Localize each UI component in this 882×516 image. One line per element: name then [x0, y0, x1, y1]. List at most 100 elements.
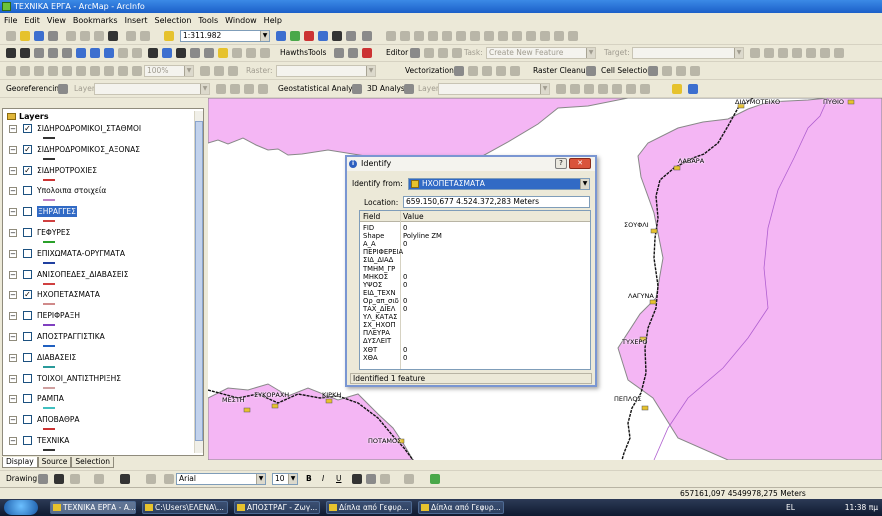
menu-view[interactable]: View — [47, 16, 66, 25]
layout-tool-6-icon[interactable] — [76, 66, 86, 76]
layer-name[interactable]: ΕΠΙΧΩΜΑΤΑ-ΟΡΥΓΜΑΤΑ — [37, 248, 125, 259]
toc-layer-item[interactable]: − ΤΟΙΧΟΙ_ΑΝΤΙΣΤΗΡΙΞΗΣ — [9, 373, 193, 394]
expand-toggle-icon[interactable]: − — [9, 249, 17, 258]
column-header-field[interactable]: Field — [363, 211, 380, 222]
map-scale-input[interactable]: 1:311.982 ▼ — [180, 30, 270, 42]
go-to-xy-icon[interactable] — [190, 48, 200, 58]
marker-color-icon[interactable] — [430, 474, 440, 484]
fill-color-icon[interactable] — [380, 474, 390, 484]
taskbar-item-arcmap[interactable]: ΤΕΧΝΙΚΑ ΕΡΓΑ - A... — [50, 501, 136, 514]
layer-name[interactable]: ΤΕΧΝΙΚΑ — [37, 435, 69, 446]
layers-root[interactable]: Layers — [7, 112, 49, 121]
layer-name[interactable]: ΤΟΙΧΟΙ_ΑΝΤΙΣΤΗΡΙΞΗΣ — [37, 373, 121, 384]
expand-toggle-icon[interactable]: − — [9, 166, 17, 175]
layer-visibility-checkbox[interactable] — [23, 394, 32, 404]
attribute-row[interactable]: ΥΨΟΣ 0 — [360, 281, 590, 289]
toc-layer-item[interactable]: − ΑΠΟΒΑΘΡΑ — [9, 414, 193, 435]
print-icon[interactable] — [48, 31, 58, 41]
layer-name[interactable]: ΔΙΑΒΑΣΕΙΣ — [37, 352, 76, 363]
toc-layer-item[interactable]: − ΕΠΙΧΩΜΑΤΑ-ΟΡΥΓΜΑΤΑ — [9, 248, 193, 269]
split-tool-icon[interactable] — [750, 48, 760, 58]
back-arrow-icon[interactable] — [90, 48, 100, 58]
taskbar-item-paint[interactable]: ΑΠΟΣΤΡΑΓ - Ζωγ... — [234, 501, 320, 514]
station-marker[interactable] — [243, 407, 251, 413]
toc-layer-item[interactable]: − ✓ ΣΙΔΗΡΟΔΡΟΜΙΚΟΙ_ΣΤΑΘΜΟΙ — [9, 123, 193, 144]
layer-visibility-checkbox[interactable] — [23, 186, 32, 196]
expand-toggle-icon[interactable]: − — [9, 312, 17, 321]
chevron-down-icon[interactable] — [38, 474, 48, 484]
text-tool-icon[interactable] — [120, 474, 130, 484]
attribute-row[interactable]: A_A 0 — [360, 240, 590, 248]
chevron-down-icon[interactable] — [410, 48, 420, 58]
layer-visibility-checkbox[interactable] — [23, 269, 32, 279]
layout-tool-2-icon[interactable] — [20, 66, 30, 76]
undo-icon[interactable] — [126, 31, 136, 41]
layer-name[interactable]: ΓΕΦΥΡΕΣ — [37, 227, 70, 238]
chevron-down-icon[interactable] — [648, 66, 658, 76]
hyperlink-icon[interactable] — [218, 48, 228, 58]
chevron-down-icon[interactable] — [404, 84, 414, 94]
layout-tool-9-icon[interactable] — [118, 66, 128, 76]
toc-scroll-thumb[interactable] — [195, 121, 203, 441]
taskbar-item-explorer[interactable]: C:\Users\ΕΛΕΝΑ\... — [142, 501, 228, 514]
toc-scrollbar[interactable] — [194, 111, 203, 453]
expand-toggle-icon[interactable]: − — [9, 416, 17, 425]
attribute-row[interactable]: ΤΜΗΜ_ΓΡ — [360, 265, 590, 273]
toc-layer-item[interactable]: − ✓ ΣΙΔΗΡΟΔΡΟΜΙΚΟΣ_ΑΞΟΝΑΣ — [9, 144, 193, 165]
expand-toggle-icon[interactable]: − — [9, 187, 17, 196]
menu-selection[interactable]: Selection — [155, 16, 192, 25]
add-control-points-icon[interactable] — [244, 84, 254, 94]
fixed-zoom-in-icon[interactable] — [34, 48, 44, 58]
3d-layer-select[interactable]: ▼ — [438, 83, 550, 95]
arctoolbox-icon[interactable] — [290, 31, 300, 41]
delete-icon[interactable] — [108, 31, 118, 41]
command-line-icon[interactable] — [318, 31, 328, 41]
layout-fixed-zoom-in-icon[interactable] — [470, 31, 480, 41]
layout-zoom-100-icon[interactable] — [456, 31, 466, 41]
layout-forward-icon[interactable] — [512, 31, 522, 41]
expand-toggle-icon[interactable]: − — [9, 229, 17, 237]
attribute-row[interactable]: ΔΥΣΛΕΙΤ — [360, 337, 590, 345]
chevron-down-icon[interactable] — [58, 84, 68, 94]
layout-fixed-zoom-out-icon[interactable] — [484, 31, 494, 41]
vectorization-tool-icon[interactable] — [468, 66, 478, 76]
expand-toggle-icon[interactable]: − — [9, 145, 17, 154]
chevron-down-icon[interactable]: ▼ — [734, 48, 743, 58]
layer-name[interactable]: Υπολοιπα στοιχεία — [37, 185, 106, 196]
cut-icon[interactable] — [66, 31, 76, 41]
vectorization-tool-2-icon[interactable] — [482, 66, 492, 76]
expand-toggle-icon[interactable]: − — [9, 291, 17, 300]
language-indicator[interactable]: EL — [786, 501, 795, 514]
vectorization-tool-3-icon[interactable] — [496, 66, 506, 76]
menu-insert[interactable]: Insert — [125, 16, 148, 25]
layer-visibility-checkbox[interactable] — [23, 352, 32, 362]
toc-layer-item[interactable]: − ΤΕΧΝΙΚΑ — [9, 435, 193, 455]
cell-select-tool-2-icon[interactable] — [676, 66, 686, 76]
layout-tool-8-icon[interactable] — [104, 66, 114, 76]
start-button[interactable] — [4, 500, 38, 515]
layer-visibility-checkbox[interactable] — [23, 332, 32, 341]
layout-tool-10-icon[interactable] — [132, 66, 142, 76]
rotate-element-icon[interactable] — [70, 474, 80, 484]
layer-name[interactable]: ΡΑΜΠΑ — [37, 393, 64, 404]
edit-more-icon[interactable] — [834, 48, 844, 58]
hawths-tool-icon[interactable] — [348, 48, 358, 58]
attribute-row[interactable]: ΥΛ_ΚΑΤΑΣ — [360, 313, 590, 321]
toc-layer-item[interactable]: − ΞΗΡΑΓΓΕΣ — [9, 206, 193, 227]
station-marker[interactable] — [650, 228, 658, 234]
geostatistical-analyst-menu[interactable]: Geostatistical Analyst — [278, 83, 359, 95]
rectangle-icon[interactable] — [94, 474, 104, 484]
3d-tool-3-icon[interactable] — [584, 84, 594, 94]
underline-button[interactable]: U — [336, 473, 342, 485]
column-header-value[interactable]: Value — [403, 211, 424, 222]
layer-name[interactable]: ΑΠΟΣΤΡΑΓΓΙΣΤΙΚΑ — [37, 331, 105, 342]
toc-layer-item[interactable]: − ΔΙΑΒΑΣΕΙΣ — [9, 352, 193, 373]
new-document-icon[interactable] — [6, 31, 16, 41]
layout-tool-5-icon[interactable] — [62, 66, 72, 76]
model-builder-icon[interactable] — [332, 31, 342, 41]
vectorization-menu[interactable]: Vectorization — [405, 65, 454, 77]
station-marker[interactable] — [325, 398, 333, 404]
target-select[interactable]: ▼ — [632, 47, 744, 59]
toc-layer-item[interactable]: − ✓ ΣΙΔΗΡΟΤΡΟΧΙΕΣ — [9, 165, 193, 186]
attribute-row[interactable]: ΣΙΔ_ΔΙΑΔ — [360, 256, 590, 264]
